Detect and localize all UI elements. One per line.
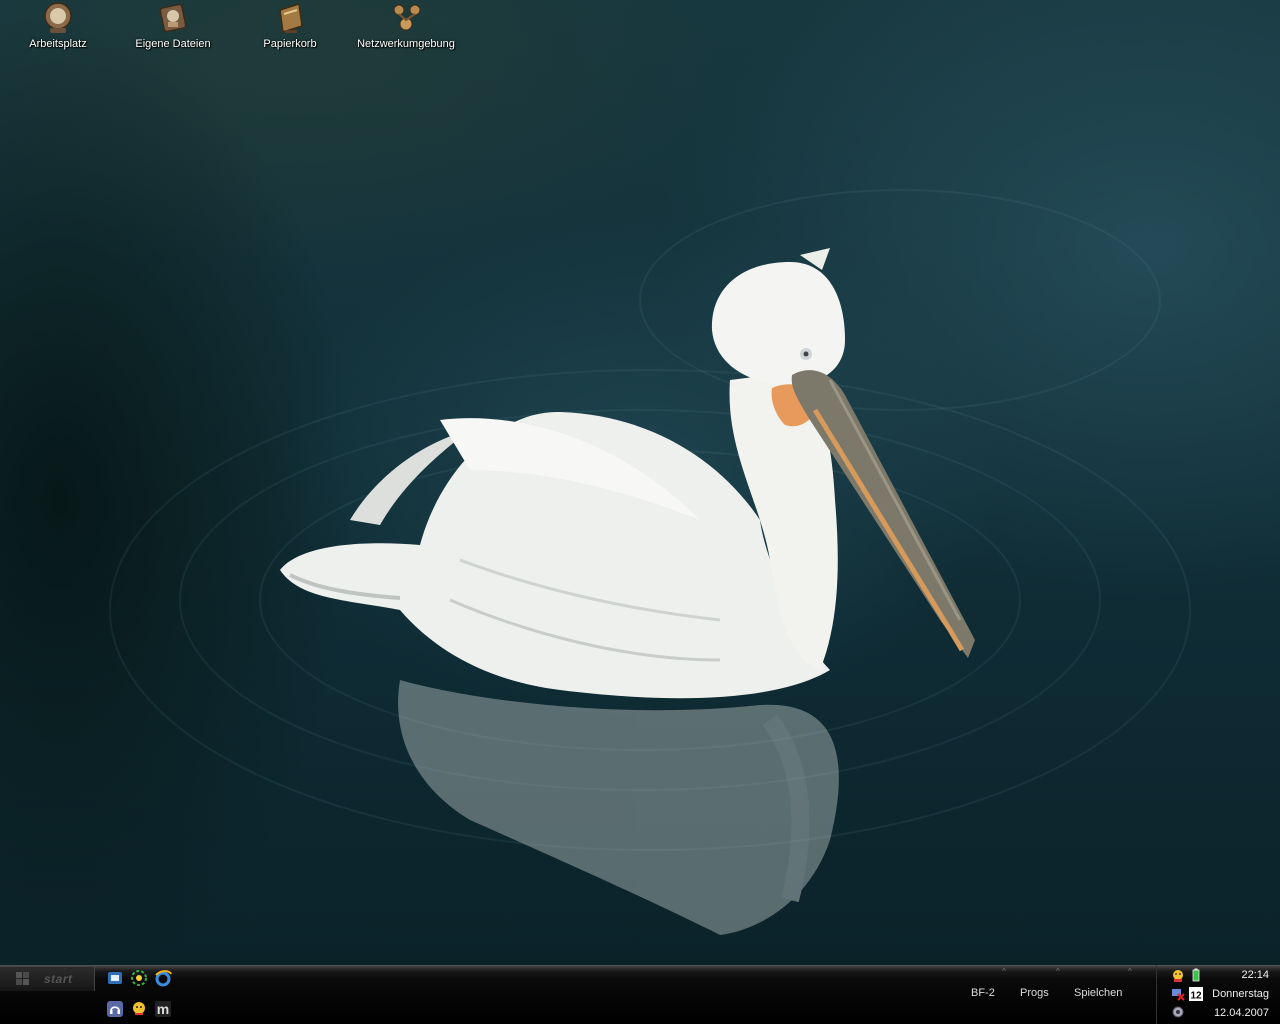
toolbar-progs[interactable]: Progs [1020,987,1049,1003]
windows-flag-icon [16,972,29,985]
desktop-icon-arbeitsplatz[interactable]: Arbeitsplatz [3,0,113,50]
speaker-tray-icon[interactable] [1171,1005,1185,1019]
outlook-icon[interactable] [106,969,124,987]
start-button[interactable]: start [0,967,95,991]
quicklaunch-row-2: m [106,1000,172,1018]
clock-date[interactable]: 12.04.2007 [1214,1007,1269,1019]
calendar-badge: 12 [1190,991,1202,1002]
desktop-icon-label: Papierkorb [263,38,317,50]
ie-icon[interactable] [154,969,172,987]
system-tray: 12 22:14 Donnerstag 12.04.2007 [1156,965,1280,1024]
network-error-tray-icon[interactable] [1171,987,1185,1001]
desktop-icon-netzwerkumgebung[interactable]: Netzwerkumgebung [351,0,461,50]
taskbar: start m ^ ^ ^ BF-2 Progs Spielchen 12 22… [0,965,1280,1024]
messenger-tray-icon[interactable] [1171,969,1185,983]
desktop-icon-eigene-dateien[interactable]: Eigene Dateien [118,0,228,50]
media-icon[interactable] [130,969,148,987]
desktop: Arbeitsplatz Eigene Dateien Papierkorb N… [0,0,1280,965]
messenger-icon[interactable] [130,1000,148,1018]
desktop-icon-label: Arbeitsplatz [29,38,87,50]
headphones-icon[interactable] [106,1000,124,1018]
recycle-bin-icon [279,3,303,33]
calendar-tray-icon[interactable]: 12 [1189,987,1203,1001]
toolbar-caret-icon[interactable]: ^ [1002,967,1012,976]
m-icon[interactable]: m [154,1000,172,1018]
toolbar-spielchen[interactable]: Spielchen [1074,987,1122,1003]
clock-time[interactable]: 22:14 [1241,969,1269,981]
battery-tray-icon[interactable] [1189,968,1203,982]
wallpaper-pelican-image [109,189,1191,935]
desktop-icon-label: Netzwerkumgebung [357,38,455,50]
clock-day[interactable]: Donnerstag [1212,988,1269,1000]
desktop-icon-label: Eigene Dateien [135,38,211,50]
computer-icon [44,2,72,33]
documents-icon [159,3,187,33]
svg-text:m: m [157,1001,169,1017]
toolbar-caret-icon[interactable]: ^ [1056,967,1066,976]
toolbar-bf2[interactable]: BF-2 [971,987,995,1003]
toolbar-caret-icon[interactable]: ^ [1128,967,1138,976]
desktop-icon-papierkorb[interactable]: Papierkorb [235,0,345,50]
start-label: start [44,972,73,986]
network-icon [393,4,421,31]
quicklaunch-row-1 [106,969,172,987]
